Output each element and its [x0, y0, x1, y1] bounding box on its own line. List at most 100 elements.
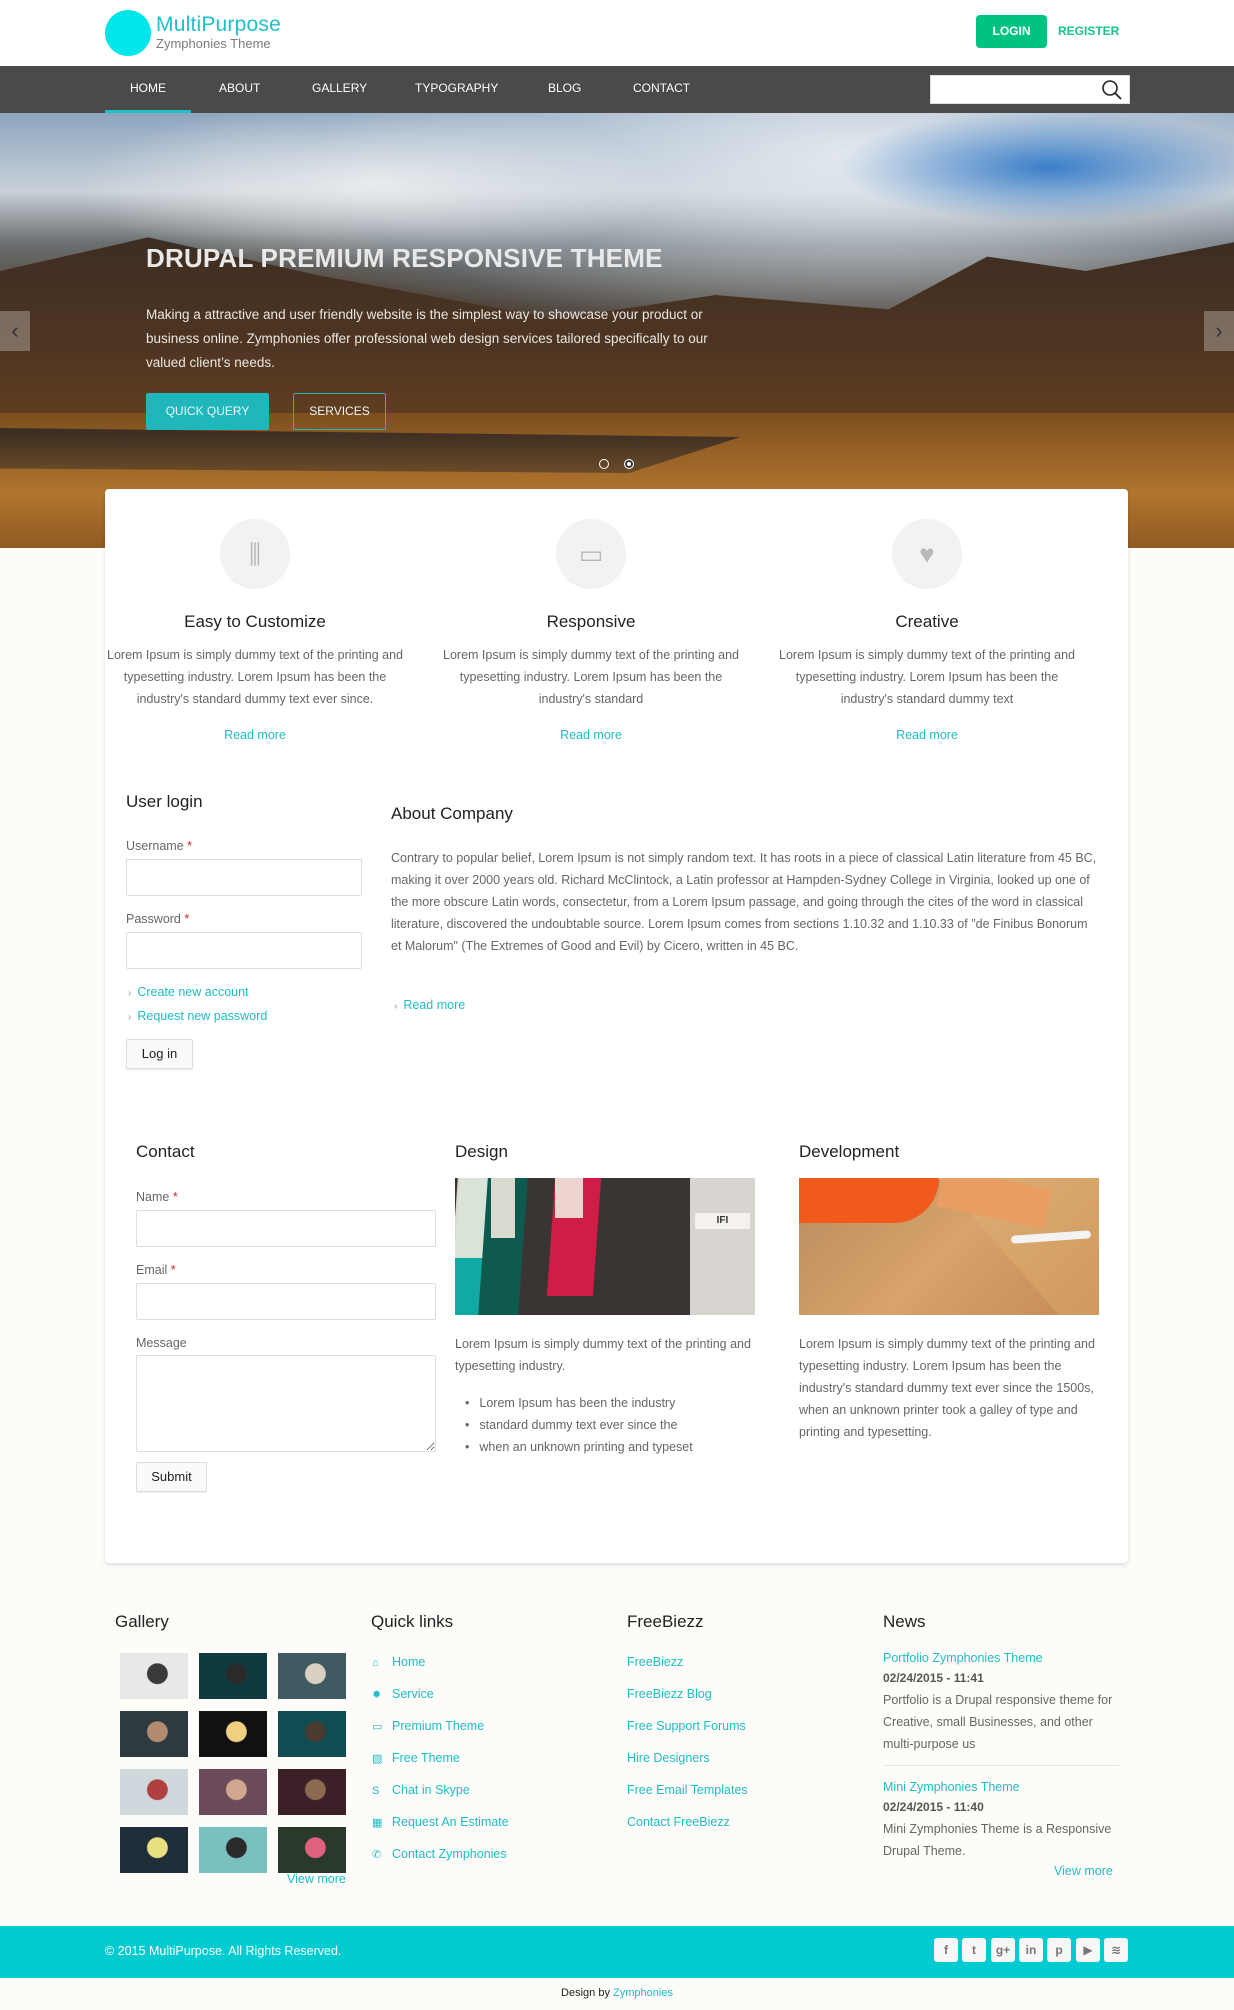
name-label: Name *: [136, 1190, 178, 1204]
feature-customize: ⫼ Easy to Customize Lorem Ipsum is simpl…: [105, 519, 405, 742]
design-credit: Design by Zymphonies: [561, 1987, 673, 1999]
about-read-more-link[interactable]: › Read more: [394, 998, 465, 1012]
monitor-icon: ▭: [556, 519, 626, 589]
nav-blog[interactable]: BLOG: [548, 66, 581, 113]
gallery-thumbnail[interactable]: [199, 1653, 267, 1699]
message-label: Message: [136, 1336, 187, 1350]
password-input[interactable]: [126, 932, 362, 969]
quick-link-home[interactable]: ⌂ Home: [372, 1655, 425, 1669]
register-link[interactable]: REGISTER: [1058, 15, 1119, 48]
design-text: Lorem Ipsum is simply dummy text of the …: [455, 1337, 751, 1373]
read-more-link[interactable]: Read more: [105, 728, 405, 742]
password-label: Password *: [126, 912, 190, 926]
gallery-thumbnail[interactable]: [278, 1711, 346, 1757]
chevron-left-icon[interactable]: ‹: [0, 311, 30, 351]
submit-button[interactable]: Submit: [136, 1462, 207, 1492]
feature-title: Easy to Customize: [184, 612, 326, 631]
gallery-thumbnail[interactable]: [278, 1769, 346, 1815]
linkedin-icon[interactable]: in: [1019, 1938, 1043, 1962]
google-plus-icon[interactable]: g+: [991, 1938, 1015, 1962]
log-in-button[interactable]: Log in: [126, 1039, 193, 1069]
chevron-right-icon[interactable]: ›: [1204, 311, 1234, 351]
slide-dot-1[interactable]: [599, 459, 609, 469]
site-name[interactable]: MultiPurpose: [156, 13, 281, 37]
read-more-link[interactable]: Read more: [777, 728, 1077, 742]
nav-contact[interactable]: CONTACT: [633, 66, 690, 113]
image-icon: ▨: [372, 1753, 383, 1765]
gallery-view-more-link[interactable]: View more: [287, 1872, 346, 1886]
quick-link-free-theme[interactable]: ▨ Free Theme: [372, 1751, 460, 1765]
gallery-thumbnail[interactable]: [120, 1769, 188, 1815]
news-title: News: [883, 1612, 926, 1631]
gallery-thumbnail[interactable]: [199, 1769, 267, 1815]
home-icon: ⌂: [372, 1657, 379, 1669]
top-header: MultiPurpose Zymphonies Theme LOGIN REGI…: [0, 0, 1234, 66]
email-input[interactable]: [136, 1283, 436, 1320]
free-support-forums-link[interactable]: Free Support Forums: [627, 1719, 746, 1733]
news-view-more-link[interactable]: View more: [1054, 1864, 1113, 1878]
news-item-title[interactable]: Portfolio Zymphonies Theme: [883, 1651, 1043, 1665]
twitter-icon[interactable]: t: [962, 1938, 986, 1962]
nav-about[interactable]: ABOUT: [219, 66, 260, 113]
logo-icon[interactable]: [105, 10, 151, 56]
hire-designers-link[interactable]: Hire Designers: [627, 1751, 710, 1765]
read-more-link[interactable]: Read more: [441, 728, 741, 742]
quick-link-premium-theme[interactable]: ▭ Premium Theme: [372, 1719, 484, 1733]
news-divider: [883, 1765, 1119, 1766]
feature-title: Responsive: [546, 612, 636, 631]
username-input[interactable]: [126, 859, 362, 896]
nav-home[interactable]: HOME: [105, 66, 191, 113]
search-icon[interactable]: [1099, 77, 1125, 103]
about-text: Contrary to popular belief, Lorem Ipsum …: [391, 851, 1097, 953]
gallery-thumbnail[interactable]: [120, 1827, 188, 1873]
nav-typography[interactable]: TYPOGRAPHY: [415, 66, 498, 113]
skype-icon: S: [372, 1785, 380, 1797]
facebook-icon[interactable]: f: [934, 1938, 958, 1962]
freebiezz-blog-link[interactable]: FreeBiezz Blog: [627, 1687, 712, 1701]
quick-query-button[interactable]: QUICK QUERY: [146, 393, 269, 430]
youtube-icon[interactable]: ▶: [1076, 1938, 1100, 1962]
gallery-thumbnail[interactable]: [199, 1827, 267, 1873]
request-password-link[interactable]: › Request new password: [128, 1009, 267, 1023]
quick-link-service[interactable]: ✹ Service: [372, 1687, 434, 1701]
hero-slider: DRUPAL PREMIUM RESPONSIVE THEME Making a…: [0, 113, 1234, 548]
design-title: Design: [455, 1142, 508, 1161]
login-button[interactable]: LOGIN: [976, 15, 1047, 48]
contact-freebiezz-link[interactable]: Contact FreeBiezz: [627, 1815, 730, 1829]
feature-text: Lorem Ipsum is simply dummy text of the …: [779, 648, 1075, 706]
gallery-thumbnail[interactable]: [278, 1653, 346, 1699]
name-input[interactable]: [136, 1210, 436, 1247]
quick-link-estimate[interactable]: ▦ Request An Estimate: [372, 1815, 509, 1829]
gallery-thumbnail[interactable]: [120, 1653, 188, 1699]
news-item-body: Portfolio is a Drupal responsive theme f…: [883, 1693, 1113, 1751]
quick-link-skype[interactable]: S Chat in Skype: [372, 1783, 470, 1797]
freebiezz-link[interactable]: FreeBiezz: [627, 1655, 683, 1669]
services-button[interactable]: SERVICES: [293, 393, 386, 430]
bullet-item: Lorem Ipsum has been the industry: [465, 1392, 755, 1414]
gallery-thumbnail[interactable]: [278, 1827, 346, 1873]
create-account-link[interactable]: › Create new account: [128, 985, 249, 999]
user-login-title: User login: [126, 792, 203, 811]
laptop-icon: ▭: [372, 1721, 383, 1733]
nav-gallery[interactable]: GALLERY: [312, 66, 367, 113]
feature-text: Lorem Ipsum is simply dummy text of the …: [443, 648, 739, 706]
gallery-thumbnail[interactable]: [120, 1711, 188, 1757]
zymphonies-link[interactable]: Zymphonies: [613, 1987, 673, 1999]
hero-text: Making a attractive and user friendly we…: [146, 307, 708, 370]
slide-dot-2[interactable]: [624, 459, 634, 469]
rss-icon[interactable]: ≋: [1104, 1938, 1128, 1962]
news-item-date: 02/24/2015 - 11:40: [883, 1800, 984, 1814]
quick-link-contact[interactable]: ✆ Contact Zymphonies: [372, 1847, 507, 1861]
copyright-text: © 2015 MultiPurpose. All Rights Reserved…: [105, 1944, 342, 1958]
freebiezz-title: FreeBiezz: [627, 1612, 704, 1631]
news-item-title[interactable]: Mini Zymphonies Theme: [883, 1780, 1020, 1794]
message-textarea[interactable]: [136, 1355, 436, 1452]
development-title: Development: [799, 1142, 900, 1161]
email-label: Email *: [136, 1263, 176, 1277]
gallery-thumbnail[interactable]: [199, 1711, 267, 1757]
table-icon: ▦: [372, 1817, 383, 1829]
hero-title: DRUPAL PREMIUM RESPONSIVE THEME: [146, 243, 663, 273]
pinterest-icon[interactable]: p: [1047, 1938, 1071, 1962]
quick-links-title: Quick links: [371, 1612, 454, 1631]
free-email-templates-link[interactable]: Free Email Templates: [627, 1783, 748, 1797]
